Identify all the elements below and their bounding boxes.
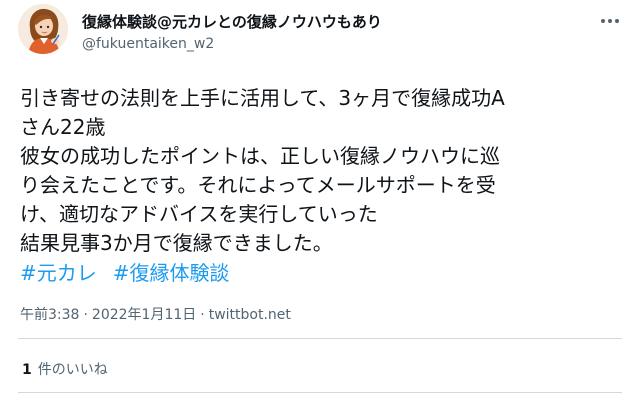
tweet-text: 引き寄せの法則を上手に活用して、3ヶ月で復縁成功A さん22歳 彼女の成功したポ… — [20, 84, 616, 258]
tweet-card: 復縁体験談@元カレとの復縁ノウハウもあり @fukuentaiken_w2 引き… — [0, 0, 640, 407]
avatar[interactable] — [18, 4, 68, 54]
tweet-line: 引き寄せの法則を上手に活用して、3ヶ月で復縁成功A — [20, 86, 505, 110]
tweet-date[interactable]: 2022年1月11日 — [92, 307, 196, 323]
tweet-line: 彼女の成功したポイントは、正しい復縁ノウハウに巡 — [20, 144, 500, 168]
tweet-line: り会えたことです。それによってメールサポートを受 — [20, 173, 496, 197]
tweet-line: 結果見事3か月で復縁できました。 — [20, 231, 333, 255]
dot — [601, 19, 605, 23]
divider — [18, 392, 622, 393]
hashtag-link-motokare[interactable]: #元カレ — [20, 261, 97, 285]
like-count: 1 — [22, 362, 32, 378]
hashtag-link-fukuen-taikendan[interactable]: #復縁体験談 — [113, 261, 230, 285]
tweet-meta: 午前3:38 · 2022年1月11日 · twittbot.net — [20, 304, 291, 324]
divider — [18, 338, 622, 339]
tweet-source[interactable]: twittbot.net — [209, 307, 291, 323]
account-handle[interactable]: @fukuentaiken_w2 — [82, 36, 214, 52]
tweet-time[interactable]: 午前3:38 — [20, 307, 79, 323]
hashtag-row: #元カレ #復縁体験談 — [20, 259, 230, 288]
more-options-icon[interactable] — [601, 12, 619, 30]
illustrated-woman-avatar-icon — [18, 4, 68, 54]
tweet-line: け、適切なアドバイスを実行していった — [20, 202, 378, 226]
likes-row[interactable]: 1 件のいいね — [22, 359, 108, 379]
display-name[interactable]: 復縁体験談@元カレとの復縁ノウハウもあり — [82, 11, 382, 32]
meta-separator: · — [200, 307, 205, 323]
dot — [608, 19, 612, 23]
meta-separator: · — [83, 307, 88, 323]
tweet-line: さん22歳 — [20, 115, 106, 139]
like-label: 件のいいね — [37, 362, 108, 378]
dot — [615, 19, 619, 23]
